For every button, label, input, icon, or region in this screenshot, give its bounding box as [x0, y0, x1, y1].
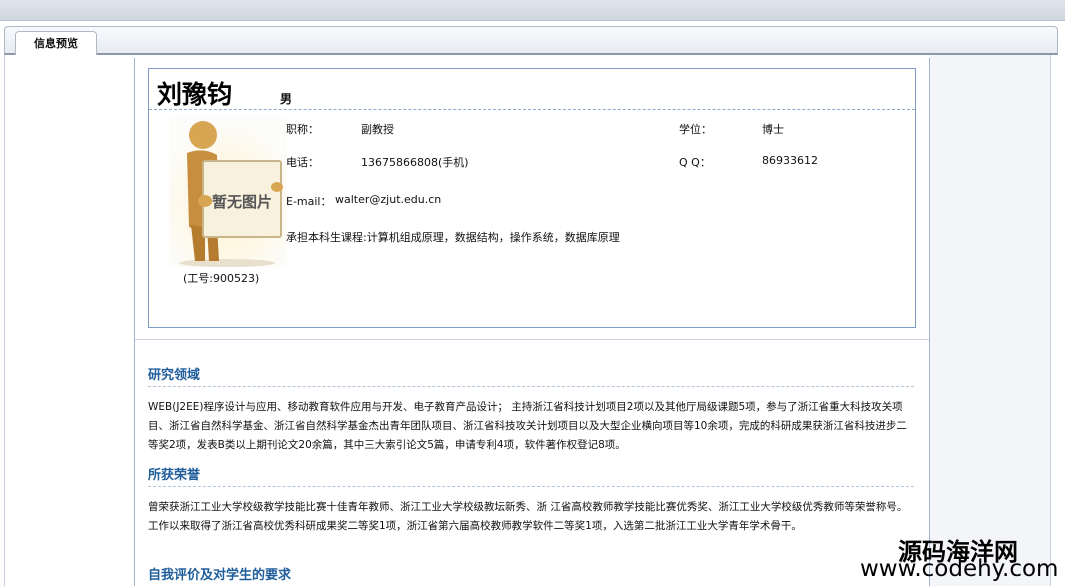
qq-value: 86933612	[762, 154, 818, 167]
teacher-name: 刘豫钧	[157, 80, 233, 109]
no-photo-placeholder-image: 暂无图片	[169, 117, 287, 267]
left-gutter	[4, 55, 134, 586]
research-heading: 研究领域	[148, 368, 201, 383]
phone-label: 电话：	[286, 156, 319, 169]
card-divider	[149, 109, 915, 110]
research-text: WEB(J2EE)程序设计与应用、移动教育软件应用与开发、电子教育产品设计； 主…	[148, 401, 907, 451]
section-separator	[135, 339, 929, 340]
honors-heading: 所获荣誉	[148, 468, 201, 483]
title-value: 副教授	[361, 123, 394, 136]
teacher-gender: 男	[280, 92, 293, 106]
top-window-bar	[0, 0, 1065, 21]
right-gutter	[930, 55, 1051, 586]
honors-text: 曾荣获浙江工业大学校级教学技能比赛十佳青年教师、浙江工业大学校级教坛新秀、浙 江…	[148, 501, 908, 532]
email-label: E-mail：	[286, 195, 332, 208]
qq-label: Q Q：	[679, 156, 711, 169]
degree-value: 博士	[762, 123, 784, 136]
honors-heading-rule	[148, 486, 914, 487]
tab-info-preview[interactable]: 信息预览	[15, 31, 97, 56]
photo-placeholder-text: 暂无图片	[212, 193, 272, 211]
degree-label: 学位：	[679, 123, 712, 136]
courses-text: 承担本科生课程:计算机组成原理，数据结构，操作系统，数据库原理	[286, 231, 620, 244]
profile-card: 刘豫钧 男 暂无图片 (工号:900523) 职称： 副教授 学位： 博士 电话…	[148, 68, 916, 328]
email-value[interactable]: walter@zjut.edu.cn	[335, 193, 441, 206]
phone-value: 13675866808(手机)	[361, 156, 469, 169]
watermark-url: www.codehy.com	[860, 556, 1059, 582]
person-holding-sign-icon: 暂无图片	[169, 117, 287, 267]
profile-content: 刘豫钧 男 暂无图片 (工号:900523) 职称： 副教授 学位： 博士 电话…	[134, 58, 930, 586]
research-heading-rule	[148, 386, 914, 387]
self-evaluation-heading: 自我评价及对学生的要求	[148, 568, 292, 583]
title-label: 职称：	[286, 123, 319, 136]
employee-id: (工号:900523)	[183, 272, 260, 285]
tab-strip: 信息预览	[4, 26, 1058, 56]
